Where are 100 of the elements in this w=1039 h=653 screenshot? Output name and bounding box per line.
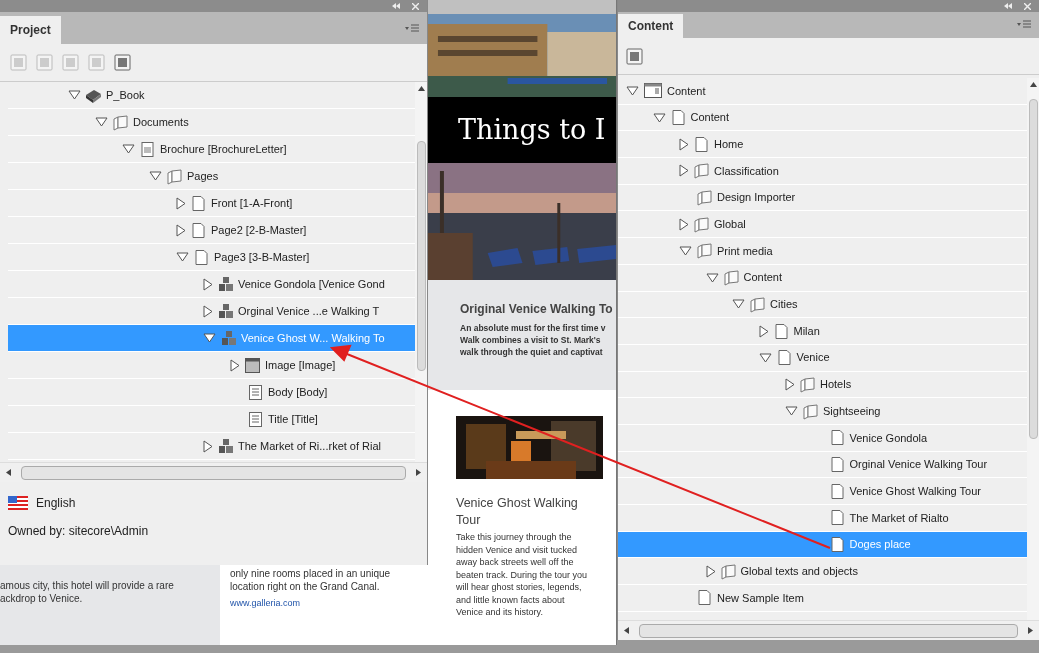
document-icon bbox=[190, 221, 207, 239]
collapsed-arrow-icon[interactable] bbox=[203, 304, 213, 318]
expanded-arrow-icon[interactable] bbox=[203, 333, 216, 343]
collapsed-arrow-icon[interactable] bbox=[679, 164, 689, 178]
expanded-arrow-icon[interactable] bbox=[785, 406, 798, 417]
document-icon bbox=[669, 109, 687, 127]
collapsed-arrow-icon[interactable] bbox=[679, 217, 689, 231]
panel-menu-icon[interactable] bbox=[405, 24, 419, 34]
folder-icon bbox=[802, 402, 819, 420]
tree-item-label: Brochure [BrochureLetter] bbox=[160, 141, 287, 157]
expanded-arrow-icon[interactable] bbox=[626, 85, 639, 96]
tree-item-label: Body [Body] bbox=[268, 384, 328, 400]
website-link[interactable]: www.galleria.com bbox=[230, 597, 428, 611]
expanded-arrow-icon[interactable] bbox=[176, 252, 189, 262]
vertical-scrollbar[interactable] bbox=[1027, 78, 1039, 620]
document-icon bbox=[190, 194, 207, 212]
tree-item-label: Classification bbox=[714, 163, 779, 179]
tree-item-label: The Market of Rialto bbox=[849, 510, 949, 526]
panel-tab[interactable]: Content bbox=[618, 14, 684, 38]
scroll-left-icon[interactable] bbox=[624, 627, 629, 634]
expanded-arrow-icon[interactable] bbox=[652, 112, 666, 123]
expanded-arrow-icon[interactable] bbox=[68, 90, 81, 100]
flag-icon bbox=[8, 496, 28, 510]
collapsed-arrow-icon[interactable] bbox=[203, 439, 213, 453]
scroll-up-icon[interactable] bbox=[1029, 82, 1037, 87]
collapse-icon[interactable] bbox=[1004, 3, 1012, 9]
folder-icon bbox=[696, 242, 713, 260]
close-icon[interactable] bbox=[412, 2, 419, 10]
tree-item-label: Design Importer bbox=[717, 190, 796, 206]
tree-item-label: P_Book bbox=[106, 87, 145, 103]
collapsed-arrow-icon[interactable] bbox=[176, 196, 186, 210]
tree-item-label: Content bbox=[743, 270, 783, 286]
folder-icon bbox=[719, 562, 737, 580]
collapse-icon[interactable] bbox=[392, 3, 400, 9]
banner-title: Things to I bbox=[458, 112, 606, 147]
document-icon bbox=[193, 248, 210, 266]
folder-icon bbox=[799, 375, 816, 393]
tree-item-label: Venice bbox=[796, 350, 830, 366]
vertical-scrollbar[interactable] bbox=[415, 82, 427, 462]
document-icon bbox=[828, 482, 846, 500]
tree-item-label: Orginal Venice Walking Tour bbox=[849, 457, 988, 473]
tree-item-label: The Market of Ri...rket of Rial bbox=[238, 438, 382, 454]
expanded-arrow-icon[interactable] bbox=[758, 352, 772, 363]
expanded-arrow-icon[interactable] bbox=[679, 245, 692, 256]
expanded-arrow-icon[interactable] bbox=[149, 171, 162, 181]
text-icon bbox=[247, 383, 264, 401]
tree-item-label: Milan bbox=[793, 323, 820, 339]
document-icon bbox=[696, 589, 713, 607]
document-icon bbox=[828, 536, 846, 554]
folder-icon bbox=[696, 189, 713, 207]
collapsed-arrow-icon[interactable] bbox=[785, 377, 795, 391]
collapsed-arrow-icon[interactable] bbox=[679, 137, 689, 151]
scroll-left-icon[interactable] bbox=[6, 469, 11, 476]
paragraph: only nine rooms placed in an unique location right on the Grand Canal. bbox=[230, 567, 392, 593]
collapsed-arrow-icon[interactable] bbox=[176, 223, 186, 237]
tree-item-label: Global texts and objects bbox=[740, 563, 858, 579]
document-icon bbox=[828, 455, 846, 473]
document-icon bbox=[828, 509, 846, 527]
cubes-icon bbox=[220, 329, 237, 347]
tree-item-label: Hotels bbox=[820, 377, 852, 393]
close-icon[interactable] bbox=[1024, 2, 1031, 10]
scroll-right-icon[interactable] bbox=[416, 469, 421, 476]
cubes-icon bbox=[217, 275, 234, 293]
panel-tab[interactable]: Project bbox=[0, 16, 61, 44]
tree-item-label: Image [Image] bbox=[265, 357, 336, 373]
collapsed-arrow-icon[interactable] bbox=[230, 358, 240, 372]
tree-item-label: Title [Title] bbox=[268, 411, 318, 427]
scroll-up-icon[interactable] bbox=[417, 86, 425, 91]
collapsed-arrow-icon[interactable] bbox=[705, 564, 716, 578]
tree-item-label: Front [1-A-Front] bbox=[211, 195, 293, 211]
horizontal-scrollbar[interactable] bbox=[618, 620, 1039, 640]
tree-item-label: Orginal Venice ...e Walking T bbox=[238, 303, 380, 319]
expanded-arrow-icon[interactable] bbox=[122, 144, 135, 154]
tree-item-label: Venice Gondola bbox=[849, 430, 928, 446]
expanded-arrow-icon[interactable] bbox=[705, 272, 719, 283]
folder-icon bbox=[749, 295, 766, 313]
refresh-icon[interactable] bbox=[114, 54, 131, 71]
paragraph: An absolute must for the first time v Walk combines a visit to St. Mark's walk through the quiet and captivat bbox=[460, 322, 607, 358]
tree-item-label: Sightseeing bbox=[823, 403, 881, 419]
scroll-right-icon[interactable] bbox=[1028, 627, 1033, 634]
document-icon bbox=[828, 429, 846, 447]
expanded-arrow-icon[interactable] bbox=[95, 117, 108, 127]
tree-item-label: Home bbox=[714, 136, 744, 152]
panel-menu-icon[interactable] bbox=[1017, 20, 1031, 30]
collapsed-arrow-icon[interactable] bbox=[203, 277, 213, 291]
folder-icon bbox=[693, 215, 710, 233]
folder-icon bbox=[166, 167, 183, 185]
document-icon bbox=[693, 135, 710, 153]
tree-item-label: Venice Ghost W... Walking To bbox=[241, 330, 385, 346]
tree-item-label: Page3 [3-B-Master] bbox=[214, 249, 310, 265]
tree-item-label: Content bbox=[667, 83, 706, 99]
expanded-arrow-icon[interactable] bbox=[732, 299, 745, 310]
tree-item-label: Venice Gondola [Venice Gond bbox=[238, 276, 385, 292]
horizontal-scrollbar[interactable] bbox=[0, 462, 427, 482]
tree-item-label: Print media bbox=[717, 243, 773, 259]
paragraph: amous city, this hotel will provide a rare ackdrop to Venice. bbox=[0, 579, 175, 605]
collapsed-arrow-icon[interactable] bbox=[758, 324, 769, 338]
refresh-icon[interactable] bbox=[626, 47, 643, 65]
tree-item-label: Venice Ghost Walking Tour bbox=[849, 483, 981, 499]
section-title: Venice Ghost Walking Tour bbox=[456, 495, 579, 529]
